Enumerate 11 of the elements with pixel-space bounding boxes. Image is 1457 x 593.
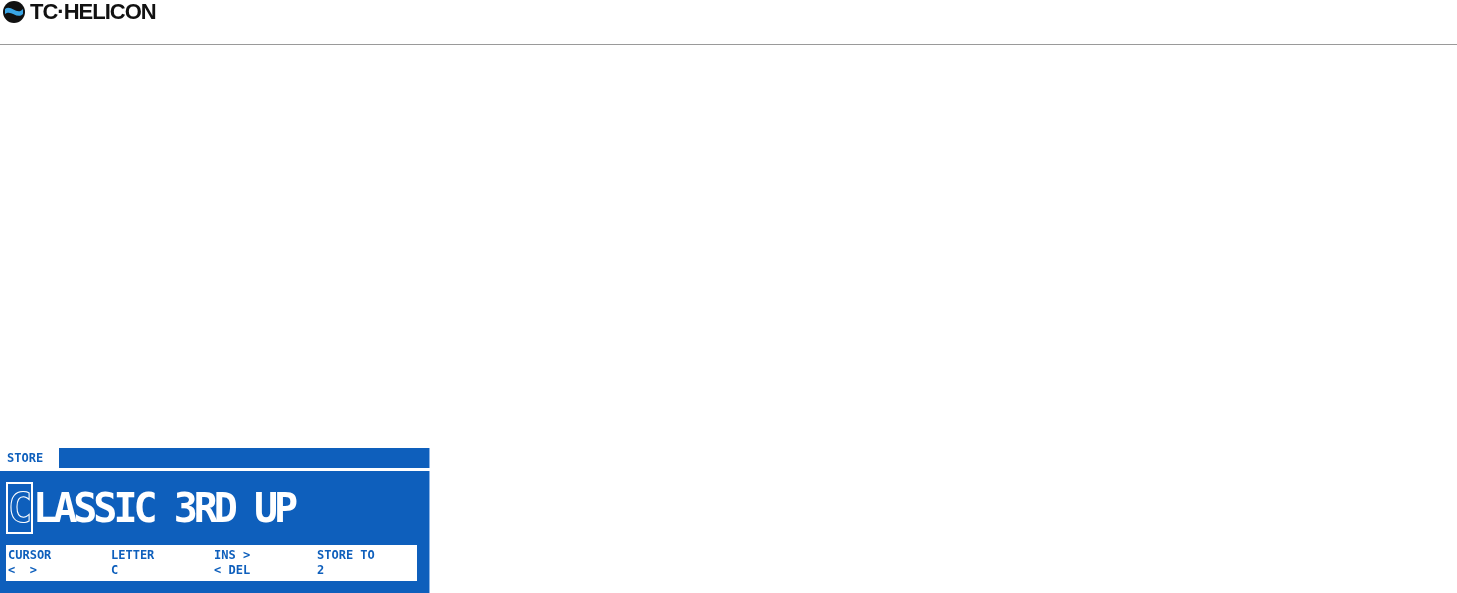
- brand-logo-text: TC·HELICON: [30, 1, 156, 23]
- parameter-label: CURSOR: [8, 548, 53, 563]
- parameter-value: < DEL: [214, 563, 252, 578]
- parameter-value: < >: [8, 563, 38, 578]
- logo-icon: [2, 0, 26, 24]
- parameter-label: INS >: [214, 548, 252, 563]
- parameter-label: LETTER: [111, 548, 156, 563]
- preset-name: CLASSIC 3RD UP: [6, 480, 295, 536]
- parameter-value: C: [111, 563, 120, 578]
- parameter-value: 2: [317, 563, 326, 578]
- parameter-label: STORE TO: [317, 548, 376, 563]
